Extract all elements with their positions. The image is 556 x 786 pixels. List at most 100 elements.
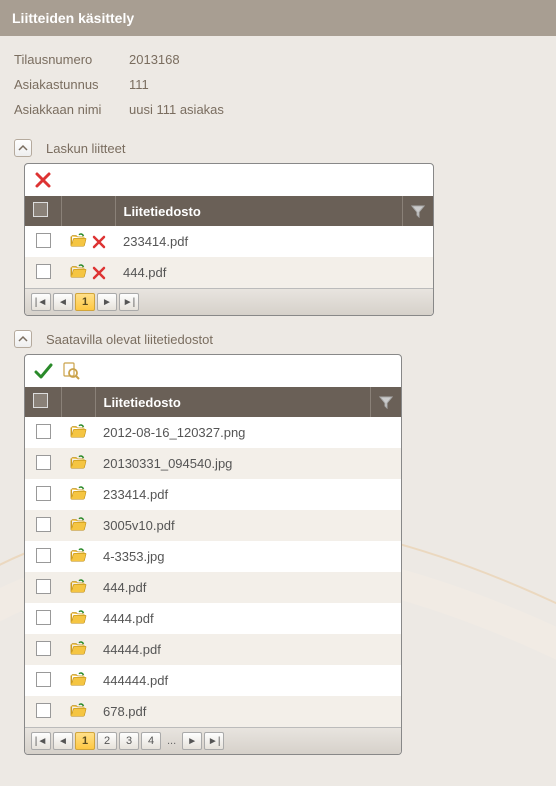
- page-header: Liitteiden käsittely: [0, 0, 556, 36]
- close-icon: [91, 265, 107, 281]
- folder-open-icon: [69, 640, 87, 656]
- check-icon: [33, 361, 53, 381]
- open-row-button[interactable]: [69, 613, 87, 628]
- order-number-label: Tilausnumero: [14, 52, 129, 67]
- checkbox-select-all[interactable]: [33, 393, 48, 408]
- chevron-up-icon: [18, 334, 28, 344]
- file-name: 444.pdf: [123, 265, 166, 280]
- pager-invoice-attachments: |◄◄1►►|: [25, 288, 433, 315]
- order-number-value: 2013168: [129, 52, 180, 67]
- customer-id-label: Asiakastunnus: [14, 77, 129, 92]
- panel-available-attachments: Liitetiedosto 2012-08-16_120327.png 20130…: [24, 354, 402, 755]
- pager-last-button[interactable]: ►|: [204, 732, 224, 750]
- pager-next-button[interactable]: ►: [182, 732, 202, 750]
- table-row: 678.pdf: [25, 696, 401, 727]
- checkbox-row[interactable]: [36, 424, 51, 439]
- table-row: 44444.pdf: [25, 634, 401, 665]
- collapse-button-available-attachments[interactable]: [14, 330, 32, 348]
- folder-open-icon: [69, 485, 87, 501]
- filter-icon[interactable]: [379, 395, 393, 409]
- table-row: 444.pdf: [25, 257, 433, 288]
- checkbox-row[interactable]: [36, 703, 51, 718]
- open-row-button[interactable]: [69, 427, 87, 442]
- pager-page-button[interactable]: 4: [141, 732, 161, 750]
- open-row-button[interactable]: [69, 520, 87, 535]
- file-name: 444444.pdf: [103, 673, 168, 688]
- pager-page-button[interactable]: 3: [119, 732, 139, 750]
- magnifier-page-icon: [61, 361, 81, 381]
- file-name: 3005v10.pdf: [103, 518, 175, 533]
- checkbox-row[interactable]: [36, 486, 51, 501]
- customer-name-label: Asiakkaan nimi: [14, 102, 129, 117]
- table-row: 20130331_094540.jpg: [25, 448, 401, 479]
- checkbox-row[interactable]: [36, 548, 51, 563]
- file-name: 233414.pdf: [123, 234, 188, 249]
- checkbox-row[interactable]: [36, 610, 51, 625]
- pager-next-button[interactable]: ►: [97, 293, 117, 311]
- folder-open-icon: [69, 454, 87, 470]
- folder-open-icon: [69, 609, 87, 625]
- pager-page-button[interactable]: 1: [75, 293, 95, 311]
- table-row: 2012-08-16_120327.png: [25, 417, 401, 448]
- section-title-invoice-attachments: Laskun liitteet: [46, 141, 126, 156]
- open-row-button[interactable]: [69, 582, 87, 597]
- delete-row-button[interactable]: [91, 234, 107, 250]
- pager-ellipsis: ...: [163, 735, 180, 747]
- checkbox-row[interactable]: [36, 264, 51, 279]
- open-row-button[interactable]: [69, 489, 87, 504]
- column-header-file: Liitetiedosto: [104, 395, 181, 410]
- open-row-button[interactable]: [69, 232, 87, 251]
- customer-name-value: uusi 111 asiakas: [129, 102, 224, 117]
- filter-icon[interactable]: [411, 204, 425, 218]
- delete-selected-button[interactable]: [33, 170, 53, 190]
- info-block: Tilausnumero 2013168 Asiakastunnus 111 A…: [0, 36, 556, 131]
- column-header-file: Liitetiedosto: [124, 204, 201, 219]
- checkbox-row[interactable]: [36, 233, 51, 248]
- preview-button[interactable]: [61, 361, 81, 381]
- pager-first-button[interactable]: |◄: [31, 732, 51, 750]
- delete-row-button[interactable]: [91, 265, 107, 281]
- section-title-available-attachments: Saatavilla olevat liitetiedostot: [46, 332, 213, 347]
- pager-available-attachments: |◄◄1234...►►|: [25, 727, 401, 754]
- panel-invoice-attachments: Liitetiedosto 233414.pdf 444.pdf |◄◄1►►|: [24, 163, 434, 316]
- accept-selected-button[interactable]: [33, 361, 53, 381]
- chevron-up-icon: [18, 143, 28, 153]
- close-icon: [91, 234, 107, 250]
- checkbox-row[interactable]: [36, 579, 51, 594]
- folder-open-icon: [69, 423, 87, 439]
- collapse-button-invoice-attachments[interactable]: [14, 139, 32, 157]
- file-name: 4-3353.jpg: [103, 549, 164, 564]
- open-row-button[interactable]: [69, 644, 87, 659]
- pager-first-button[interactable]: |◄: [31, 293, 51, 311]
- table-row: 444444.pdf: [25, 665, 401, 696]
- pager-page-button[interactable]: 1: [75, 732, 95, 750]
- open-row-button[interactable]: [69, 706, 87, 721]
- folder-open-icon: [69, 578, 87, 594]
- table-row: 3005v10.pdf: [25, 510, 401, 541]
- open-row-button[interactable]: [69, 675, 87, 690]
- open-row-button[interactable]: [69, 458, 87, 473]
- open-row-button[interactable]: [69, 263, 87, 282]
- grid-available-attachments: Liitetiedosto 2012-08-16_120327.png 20130…: [25, 387, 401, 727]
- table-row: 4-3353.jpg: [25, 541, 401, 572]
- folder-open-icon: [69, 263, 87, 279]
- folder-open-icon: [69, 547, 87, 563]
- checkbox-row[interactable]: [36, 641, 51, 656]
- checkbox-row[interactable]: [36, 517, 51, 532]
- file-name: 44444.pdf: [103, 642, 161, 657]
- pager-last-button[interactable]: ►|: [119, 293, 139, 311]
- open-row-button[interactable]: [69, 551, 87, 566]
- folder-open-icon: [69, 702, 87, 718]
- pager-prev-button[interactable]: ◄: [53, 293, 73, 311]
- pager-prev-button[interactable]: ◄: [53, 732, 73, 750]
- checkbox-select-all[interactable]: [33, 202, 48, 217]
- file-name: 20130331_094540.jpg: [103, 456, 232, 471]
- checkbox-row[interactable]: [36, 455, 51, 470]
- close-icon: [33, 170, 53, 190]
- file-name: 4444.pdf: [103, 611, 154, 626]
- grid-invoice-attachments: Liitetiedosto 233414.pdf 444.pdf: [25, 196, 433, 288]
- folder-open-icon: [69, 516, 87, 532]
- folder-open-icon: [69, 671, 87, 687]
- pager-page-button[interactable]: 2: [97, 732, 117, 750]
- checkbox-row[interactable]: [36, 672, 51, 687]
